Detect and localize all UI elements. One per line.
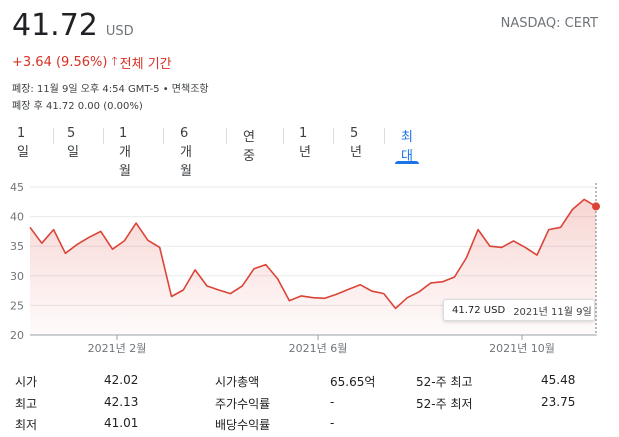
tab-max[interactable]: 최대 xyxy=(395,120,419,164)
y-tick-label: 35 xyxy=(10,240,24,253)
ticker-symbol: NASDAQ: CERT xyxy=(500,16,598,31)
tab-divider xyxy=(163,128,164,144)
stat-label-low: 최저 xyxy=(15,418,38,432)
stat-value-52w-high: 45.48 xyxy=(541,373,576,387)
stat-value-market-cap: 65.65억 xyxy=(330,375,376,389)
tab-1y[interactable]: 1년 xyxy=(299,120,311,160)
y-tick-label: 25 xyxy=(10,299,24,312)
stat-label-market-cap: 시가총액 xyxy=(215,375,260,389)
stat-label-52w-high: 52-주 최고 xyxy=(416,375,473,389)
stat-label-high: 최고 xyxy=(15,397,38,411)
x-tick-label: 2021년 2월 xyxy=(88,342,147,355)
tooltip-price: 41.72 USD xyxy=(452,304,506,316)
y-tick-label: 45 xyxy=(10,181,24,194)
tab-ytd[interactable]: 연중 xyxy=(243,120,255,164)
change-period: 전체 기간 xyxy=(119,57,172,72)
tab-5d[interactable]: 5일 xyxy=(67,120,79,160)
x-tick-label: 2021년 10월 xyxy=(489,342,555,355)
tab-5y[interactable]: 5년 xyxy=(350,120,362,160)
currency-label: USD xyxy=(105,24,134,39)
close-info: 폐장: 11월 9일 오후 4:54 GMT-5 • 면책조항 xyxy=(12,84,209,95)
current-price: 41.72 xyxy=(12,8,98,43)
hover-point xyxy=(592,202,600,211)
x-tick-label: 2021년 6월 xyxy=(289,342,348,355)
tab-1d[interactable]: 1일 xyxy=(17,120,29,160)
tab-divider xyxy=(283,128,284,144)
arrow-up-icon: 🡑 xyxy=(111,54,118,68)
stat-value-high: 42.13 xyxy=(104,395,139,409)
y-tick-label: 40 xyxy=(10,211,24,224)
stat-value-low: 41.01 xyxy=(104,416,139,430)
price-tooltip: 41.72 USD 2021년 11월 9일 xyxy=(443,299,595,321)
tab-6m[interactable]: 6개월 xyxy=(180,120,192,179)
stat-value-52w-low: 23.75 xyxy=(541,395,576,409)
stat-value-open: 42.02 xyxy=(104,373,139,387)
price-chart[interactable]: 20 25 30 35 40 45 2021년 2월 2021년 6월 2021년 10월 xyxy=(0,178,619,363)
y-tick-label: 20 xyxy=(10,329,24,342)
change-value: +3.64 (9.56%) xyxy=(12,55,108,70)
tab-divider xyxy=(53,128,54,144)
tab-divider xyxy=(333,128,334,144)
tab-divider xyxy=(103,128,104,144)
price-change: +3.64 (9.56%) 🡑 전체 기간 xyxy=(12,52,172,73)
y-tick-label: 30 xyxy=(10,270,24,283)
stat-label-dividend: 배당수익률 xyxy=(215,418,271,432)
after-hours-info: 폐장 후 41.72 0.00 (0.00%) xyxy=(12,101,143,112)
tab-1m[interactable]: 1개월 xyxy=(119,120,131,179)
stat-value-dividend: - xyxy=(330,416,335,430)
tab-divider xyxy=(384,128,385,144)
tooltip-date: 2021년 11월 9일 xyxy=(513,306,592,318)
stat-value-pe-ratio: - xyxy=(330,395,335,409)
stat-label-open: 시가 xyxy=(15,375,38,389)
price-row: 41.72 USD xyxy=(12,8,134,43)
stat-label-pe-ratio: 주가수익률 xyxy=(215,397,271,411)
stat-label-52w-low: 52-주 최저 xyxy=(416,397,473,411)
tab-divider xyxy=(226,128,227,144)
